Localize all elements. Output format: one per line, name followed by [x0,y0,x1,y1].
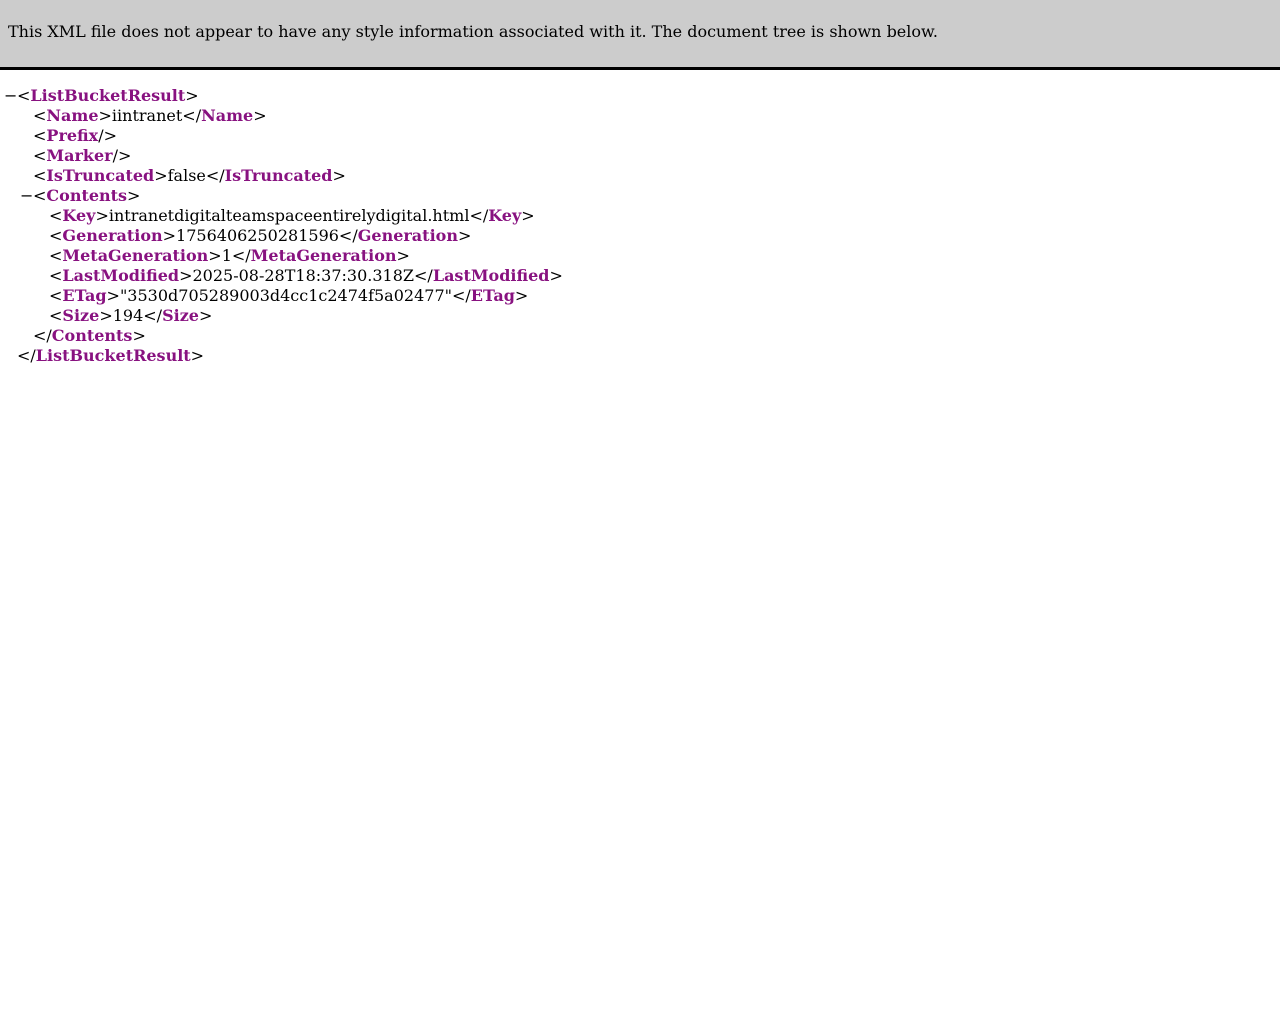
xml-info-message: This XML file does not appear to have an… [8,22,938,41]
tag-name: Contents [51,326,133,345]
xml-element-marker: <Marker/> [33,146,132,165]
xml-element-generation: <Generation>1756406250281596</Generation… [49,226,472,245]
tag-name: Size [162,306,199,325]
tag-name: ETag [62,286,107,305]
tag-name: ListBucketResult [35,346,191,365]
tag-name: Name [46,106,99,125]
tag-name: Generation [62,226,163,245]
tag-name: LastModified [432,266,550,285]
xml-element-metageneration: <MetaGeneration>1</MetaGeneration> [49,246,410,265]
xml-element-name: <Name>iintranet</Name> [33,106,267,125]
tag-name: Size [62,306,100,325]
element-value: 2025-08-28T18:37:30.318Z [192,266,415,285]
xml-root-open: − <ListBucketResult> [4,86,199,106]
tag-name: Key [62,206,96,225]
xml-element-key: <Key>intranetdigitalteamspaceentirelydig… [49,206,535,225]
tag-name: Marker [46,146,113,165]
element-value: false [167,166,206,185]
xml-contents-close: </Contents> [33,326,146,345]
xml-element-size: <Size>194</Size> [49,306,213,325]
tag-name: IsTruncated [224,166,333,185]
element-value: intranetdigitalteamspaceentirelydigital.… [108,206,470,225]
xml-root-close: </ListBucketResult> [17,346,205,365]
xml-contents-open: − <Contents> [20,186,141,206]
tag-name: Prefix [46,126,99,145]
xml-info-banner: This XML file does not appear to have an… [0,0,1280,70]
tag-name: IsTruncated [46,166,155,185]
element-value: 1 [221,246,232,265]
collapse-toggle-root[interactable]: − [4,86,17,106]
element-value: iintranet [111,106,183,125]
xml-element-lastmodified: <LastModified>2025-08-28T18:37:30.318Z</… [49,266,563,285]
element-value: "3530d705289003d4cc1c2474f5a02477" [119,286,452,305]
element-value: 194 [112,306,144,325]
xml-element-istruncated: <IsTruncated>false</IsTruncated> [33,166,346,185]
xml-element-prefix: <Prefix/> [33,126,118,145]
xml-element-etag: <ETag>"3530d705289003d4cc1c2474f5a02477"… [49,286,529,305]
tag-name: Generation [357,226,458,245]
tag-name: Contents [46,186,128,205]
tag-name: Key [488,206,522,225]
tag-name: Name [201,106,254,125]
tag-name: ETag [470,286,515,305]
tag-name: ListBucketResult [30,86,186,105]
xml-document-tree: − <ListBucketResult> <Name>iintranet</Nam… [0,86,563,366]
collapse-toggle-contents[interactable]: − [20,186,33,206]
tag-name: MetaGeneration [62,246,209,265]
tag-name: MetaGeneration [250,246,397,265]
tag-name: LastModified [62,266,180,285]
element-value: 1756406250281596 [176,226,339,245]
